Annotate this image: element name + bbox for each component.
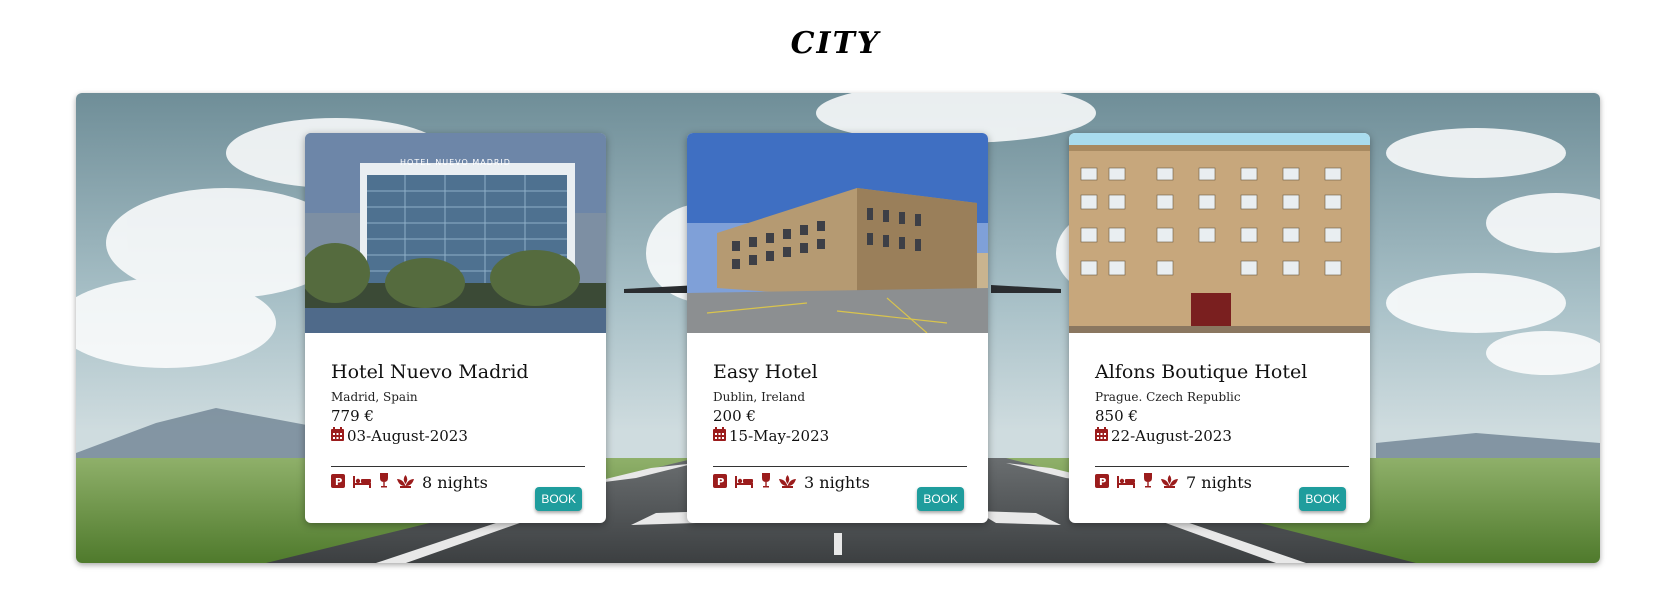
book-button[interactable]: BOOK [1299,487,1346,511]
date-text: 15-May-2023 [729,427,830,445]
divider [331,466,585,467]
hotel-name: Hotel Nuevo Madrid [331,361,529,383]
nights-count: 3 nights [804,472,870,492]
hotel-price: 200 € [713,407,756,425]
hotel-location: Madrid, Spain [331,390,418,404]
hotel-name: Easy Hotel [713,361,818,383]
spa-icon [779,473,796,492]
hotel-card: Easy Hotel Dublin, Ireland 200 € 15-May-… [687,133,988,523]
calendar-icon [1095,427,1108,445]
svg-text:P: P [717,477,724,488]
hotel-photo [1069,133,1370,333]
parking-icon: P [331,473,345,492]
hotel-price: 779 € [331,407,374,425]
hotel-location: Prague. Czech Republic [1095,390,1241,404]
hotel-photo: HOTEL NUEVO MADRID [305,133,606,333]
nights-count: 8 nights [422,472,488,492]
wine-glass-icon [761,472,771,492]
hotel-card: Alfons Boutique Hotel Prague. Czech Repu… [1069,133,1370,523]
spa-icon [397,473,414,492]
hotel-date: 03-August-2023 [331,427,468,445]
hotel-name: Alfons Boutique Hotel [1095,361,1308,383]
page-title: CITY [790,26,881,61]
amenities: P 8 nights [331,471,488,493]
amenities: P 7 nights [1095,471,1252,493]
parking-icon: P [713,473,727,492]
nights-count: 7 nights [1186,472,1252,492]
parking-icon: P [1095,473,1109,492]
svg-text:P: P [335,477,342,488]
date-text: 22-August-2023 [1111,427,1232,445]
city-banner: HOTEL NUEVO MADRID Hotel Nuevo Madrid Ma… [76,93,1600,563]
book-button[interactable]: BOOK [917,487,964,511]
wine-glass-icon [1143,472,1153,492]
bed-icon [1117,473,1135,492]
amenities: P 3 nights [713,471,870,493]
hotel-card: HOTEL NUEVO MADRID Hotel Nuevo Madrid Ma… [305,133,606,523]
book-button[interactable]: BOOK [535,487,582,511]
hotel-location: Dublin, Ireland [713,390,806,404]
bed-icon [353,473,371,492]
hotel-date: 22-August-2023 [1095,427,1232,445]
divider [713,466,967,467]
svg-text:P: P [1099,477,1106,488]
hotel-date: 15-May-2023 [713,427,829,445]
hotel-sign: HOTEL NUEVO MADRID [400,158,511,167]
divider [1095,466,1349,467]
hotel-photo [687,133,988,333]
calendar-icon [713,427,726,445]
wine-glass-icon [379,472,389,492]
spa-icon [1161,473,1178,492]
hotel-price: 850 € [1095,407,1138,425]
calendar-icon [331,427,344,445]
date-text: 03-August-2023 [347,427,468,445]
bed-icon [735,473,753,492]
